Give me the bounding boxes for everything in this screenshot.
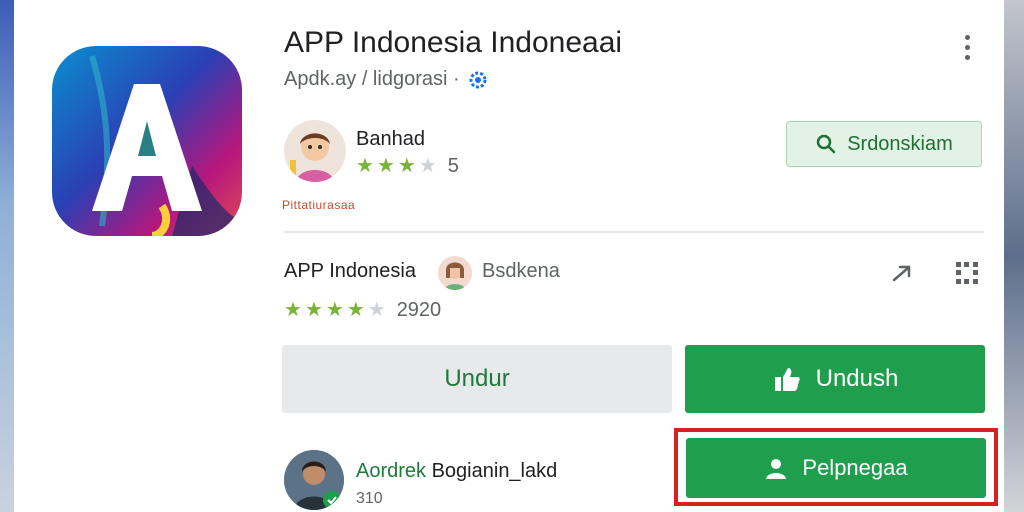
star-empty-icon: ★	[418, 155, 437, 177]
download-button-label: Undush	[815, 365, 899, 392]
app-detail-card: APP Indonesia Indoneaai Apdk.ay / lidgor…	[14, 0, 1004, 512]
star-icon: ★	[397, 155, 416, 177]
search-button[interactable]: Srdonskiam	[786, 121, 982, 167]
download-button[interactable]: Undush	[685, 345, 985, 413]
developer-tag: Pittatiurasaa	[282, 198, 356, 212]
star-icon: ★	[356, 155, 374, 177]
reviewer-name[interactable]: Aordrek Bogianin_lakd	[356, 460, 557, 483]
star-empty-icon: ★	[367, 299, 386, 321]
app-logo-icon	[52, 46, 242, 236]
search-icon	[816, 134, 836, 154]
user-icon	[766, 459, 787, 479]
star-icon: ★	[325, 299, 344, 321]
undur-button[interactable]: Undur	[282, 345, 672, 413]
register-button[interactable]: Pelpnegaa	[686, 438, 986, 498]
star-icon: ★	[376, 155, 395, 177]
fullscreen-grid-icon[interactable]	[952, 258, 982, 288]
reviewer-number: 310	[356, 490, 383, 507]
register-button-label: Pelpnegaa	[802, 455, 908, 480]
verified-gear-icon	[469, 71, 487, 88]
developer-rating: ★ ★ ★ ★ 5	[356, 156, 459, 176]
developer-rating-count: 5	[447, 155, 459, 177]
developer-name: Banhad	[356, 128, 425, 150]
listing-app-name: APP Indonesia	[284, 260, 416, 282]
author-name[interactable]: Bsdkena	[482, 260, 560, 283]
undur-button-label: Undur	[444, 365, 510, 392]
reviewer-avatar	[284, 450, 344, 510]
share-arrow-icon[interactable]	[888, 258, 918, 288]
listing-rating: ★ ★ ★ ★ ★ 2920	[284, 300, 441, 320]
star-icon: ★	[304, 299, 323, 321]
more-options-icon[interactable]	[952, 30, 982, 64]
thumbs-up-icon	[774, 368, 800, 391]
developer-avatar	[284, 120, 346, 182]
search-button-label: Srdonskiam	[847, 132, 953, 155]
star-icon: ★	[284, 299, 302, 321]
listing-rating-count: 2920	[396, 299, 442, 321]
section-divider	[284, 231, 984, 233]
reviewer-name-highlight: Aordrek	[356, 460, 427, 482]
app-subtitle-text: Apdk.ay / lidgorasi ·	[284, 68, 460, 90]
star-icon: ★	[346, 299, 365, 321]
app-subtitle: Apdk.ay / lidgorasi ·	[284, 68, 488, 91]
author-avatar	[438, 256, 472, 290]
app-title: APP Indonesia Indoneaai	[284, 26, 623, 59]
reviewer-name-rest: Bogianin_lakd	[431, 460, 558, 482]
